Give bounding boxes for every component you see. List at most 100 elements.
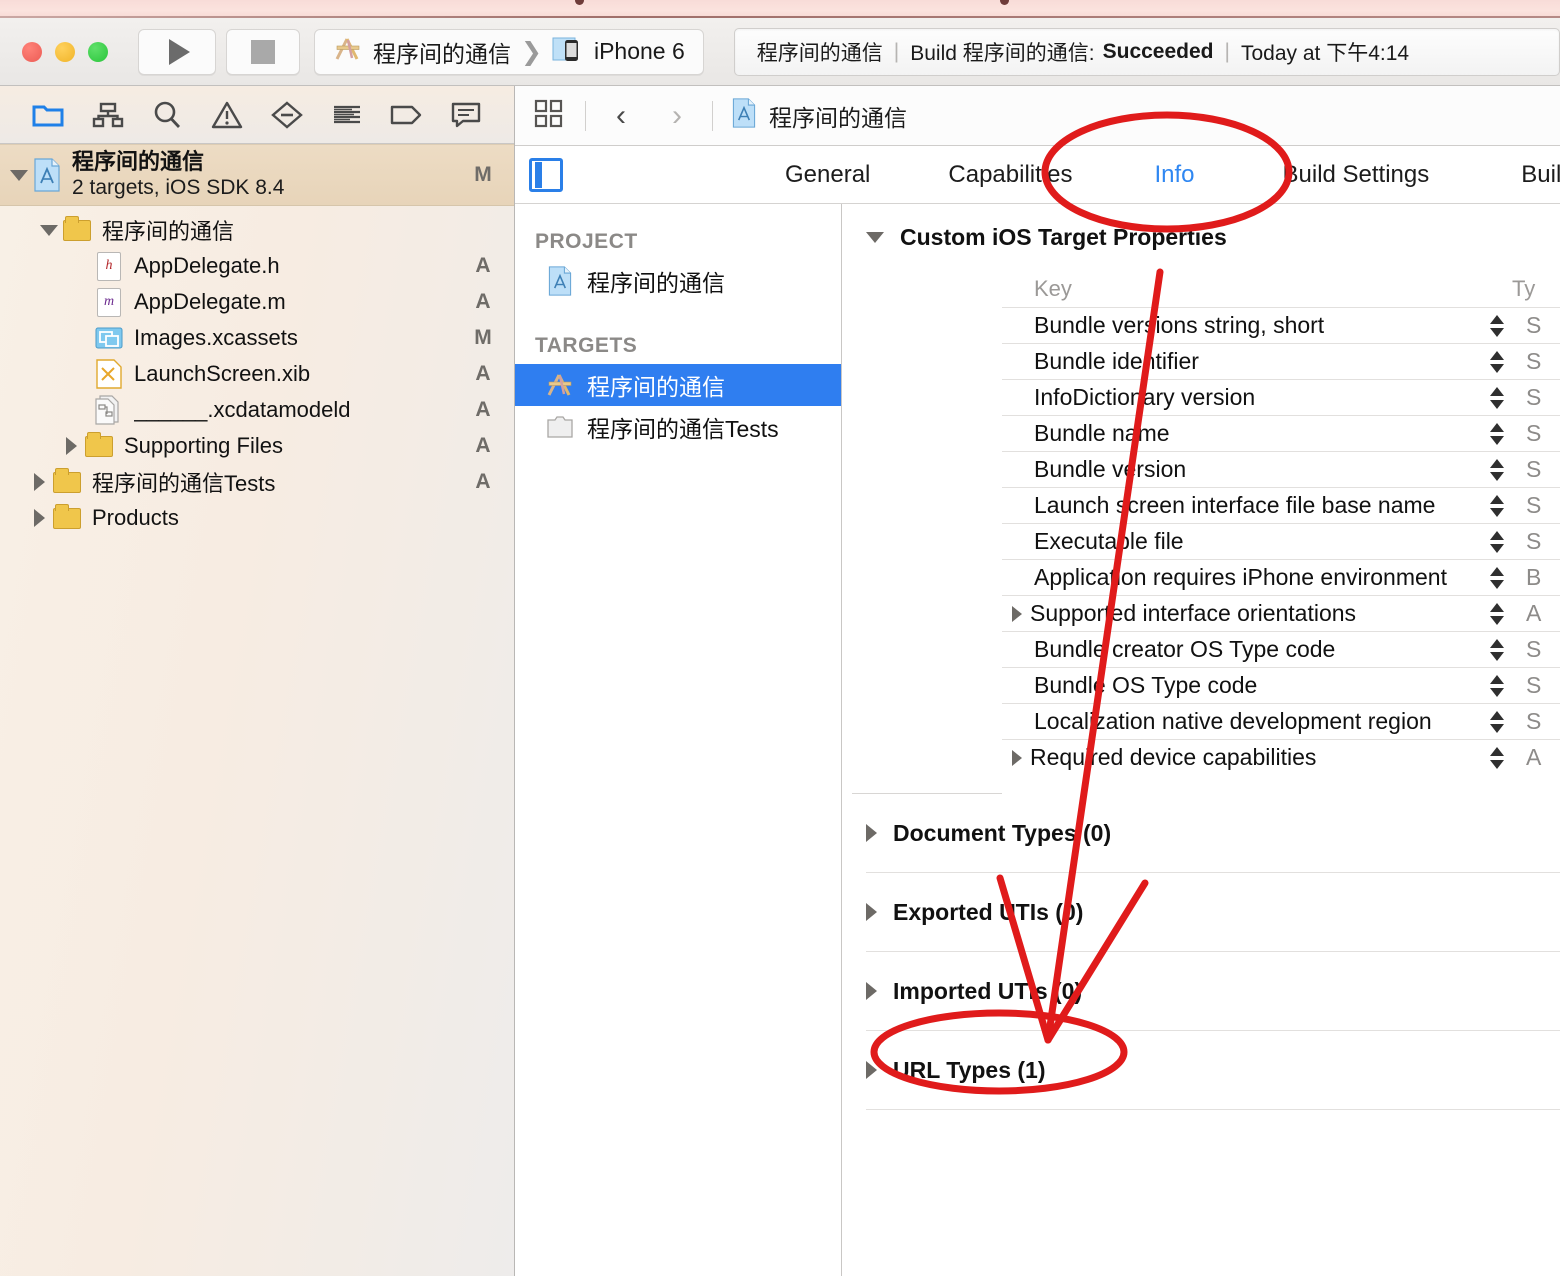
status-build-result: Succeeded xyxy=(1102,39,1214,63)
row-stepper[interactable] xyxy=(1482,314,1512,337)
navigator-project-label: 程序间的通信 2 targets, iOS SDK 8.4 xyxy=(72,149,470,201)
navigator-row-images-xcassets[interactable]: Images.xcassets M xyxy=(0,320,514,356)
folder-icon[interactable] xyxy=(31,98,65,132)
target-list-item-tests[interactable]: 程序间的通信Tests xyxy=(515,406,841,448)
disclosure-triangle-open[interactable] xyxy=(6,169,32,181)
close-button[interactable] xyxy=(22,41,42,62)
editor-panel-icon[interactable] xyxy=(529,157,563,192)
tab-build-phases[interactable]: Build P xyxy=(1521,161,1560,189)
navigator-row-appdelegate-h[interactable]: h AppDelegate.h A xyxy=(0,248,514,284)
stop-button[interactable] xyxy=(226,28,300,75)
table-row[interactable]: Bundle versions string, short S xyxy=(1002,307,1560,343)
debug-icon[interactable] xyxy=(330,98,364,132)
table-row[interactable]: Launch screen interface file base name S xyxy=(1002,487,1560,523)
row-key: Application requires iPhone environment xyxy=(1034,564,1447,590)
scheme-chevron-icon: ❯ xyxy=(521,37,542,66)
row-stepper[interactable] xyxy=(1482,710,1512,733)
report-icon[interactable] xyxy=(449,98,483,132)
tab-info[interactable]: Info xyxy=(1154,161,1194,189)
table-row[interactable]: Localization native development region S xyxy=(1002,703,1560,739)
navigator-row-label: Images.xcassets xyxy=(134,325,298,350)
run-button[interactable] xyxy=(138,28,216,75)
row-stepper[interactable] xyxy=(1482,746,1512,769)
table-row[interactable]: Executable file S xyxy=(1002,523,1560,559)
row-stepper[interactable] xyxy=(1482,566,1512,589)
table-row[interactable]: Bundle creator OS Type code S xyxy=(1002,631,1560,667)
disclosure-triangle-closed[interactable] xyxy=(26,509,52,527)
custom-ios-target-properties-header[interactable]: Custom iOS Target Properties xyxy=(842,204,1560,251)
table-row[interactable]: Bundle identifier S xyxy=(1002,343,1560,379)
row-stepper[interactable] xyxy=(1482,494,1512,517)
table-row[interactable]: Required device capabilities A xyxy=(1002,739,1560,775)
tab-capabilities[interactable]: Capabilities xyxy=(948,161,1072,189)
activity-status-bar[interactable]: 程序间的通信 | Build 程序间的通信: Succeeded | Today… xyxy=(733,27,1560,76)
exported-utis-section[interactable]: Exported UTIs (0) xyxy=(842,873,1560,951)
disclosure-triangle-closed[interactable] xyxy=(866,1061,877,1079)
project-icon xyxy=(731,97,757,134)
breadcrumb[interactable]: 程序间的通信 xyxy=(731,97,907,134)
table-row[interactable]: Bundle version S xyxy=(1002,451,1560,487)
disclosure-triangle-closed[interactable] xyxy=(26,473,52,491)
navigator-row-launchscreen-xib[interactable]: LaunchScreen.xib A xyxy=(0,356,514,392)
navigator-row-appdelegate-m[interactable]: m AppDelegate.m A xyxy=(0,284,514,320)
document-types-section[interactable]: Document Types (0) xyxy=(842,794,1560,872)
disclosure-triangle-closed[interactable] xyxy=(866,982,877,1000)
target-list-item-app[interactable]: 程序间的通信 xyxy=(515,364,841,406)
row-stepper[interactable] xyxy=(1482,458,1512,481)
project-editor-tabs: General Capabilities Info Build Settings… xyxy=(515,146,1560,204)
row-stepper[interactable] xyxy=(1482,602,1512,625)
navigator-row-products[interactable]: Products xyxy=(0,500,514,536)
row-key: Supported interface orientations xyxy=(1030,600,1357,626)
table-row[interactable]: Application requires iPhone environment … xyxy=(1002,559,1560,595)
warning-icon[interactable] xyxy=(210,98,244,132)
breakpoint-icon[interactable] xyxy=(389,98,423,132)
disclosure-triangle-closed[interactable] xyxy=(1012,749,1022,766)
tab-build-settings[interactable]: Build Settings xyxy=(1283,161,1430,189)
imported-utis-section[interactable]: Imported UTIs (0) xyxy=(842,952,1560,1030)
disclosure-triangle-closed[interactable] xyxy=(58,437,84,455)
scheme-selector[interactable]: 程序间的通信 ❯ iPhone 6 xyxy=(314,28,704,75)
navigator-row-supporting-files[interactable]: Supporting Files A xyxy=(0,428,514,464)
folder-icon xyxy=(52,467,82,493)
column-header-type: Ty xyxy=(1512,276,1536,301)
navigator-row-group-main[interactable]: 程序间的通信 xyxy=(0,212,514,248)
row-stepper[interactable] xyxy=(1482,386,1512,409)
navigator-row-xcdatamodeld[interactable]: ______.xcdatamodeld A xyxy=(0,392,514,428)
jumpbar-divider xyxy=(712,100,713,131)
row-stepper[interactable] xyxy=(1482,638,1512,661)
row-stepper[interactable] xyxy=(1482,530,1512,553)
disclosure-triangle-open[interactable] xyxy=(36,224,62,236)
app-target-icon xyxy=(545,371,575,399)
tab-general[interactable]: General xyxy=(785,161,870,189)
status-build-prefix: Build 程序间的通信: xyxy=(910,41,1095,65)
info-plist-table: Key Ty Bundle versions string, short S B… xyxy=(1002,271,1560,775)
navigator-selector-bar xyxy=(0,86,514,144)
disclosure-triangle-open[interactable] xyxy=(866,232,884,243)
navigator-project-row[interactable]: 程序间的通信 2 targets, iOS SDK 8.4 M xyxy=(0,144,514,206)
row-stepper[interactable] xyxy=(1482,350,1512,373)
table-row[interactable]: InfoDictionary version S xyxy=(1002,379,1560,415)
row-stepper[interactable] xyxy=(1482,422,1512,445)
search-icon[interactable] xyxy=(150,98,184,132)
minimize-button[interactable] xyxy=(55,41,75,62)
disclosure-triangle-closed[interactable] xyxy=(866,903,877,921)
url-types-section[interactable]: URL Types (1) xyxy=(842,1031,1560,1109)
table-row[interactable]: Supported interface orientations A xyxy=(1002,595,1560,631)
table-row[interactable]: Bundle name S xyxy=(1002,415,1560,451)
test-icon[interactable] xyxy=(270,98,304,132)
project-icon xyxy=(32,158,62,192)
table-row[interactable]: Bundle OS Type code S xyxy=(1002,667,1560,703)
zoom-button[interactable] xyxy=(88,41,108,62)
breadcrumb-label: 程序间的通信 xyxy=(769,104,907,131)
disclosure-triangle-closed[interactable] xyxy=(1012,605,1022,622)
disclosure-triangle-closed[interactable] xyxy=(866,824,877,842)
project-list-item[interactable]: 程序间的通信 xyxy=(515,260,841,302)
row-key: InfoDictionary version xyxy=(1034,384,1256,410)
row-stepper[interactable] xyxy=(1482,674,1512,697)
forward-button[interactable]: › xyxy=(660,99,694,133)
navigator-row-tests-group[interactable]: 程序间的通信Tests A xyxy=(0,464,514,500)
related-items-icon[interactable] xyxy=(533,97,567,134)
status-separator-2: | xyxy=(1224,39,1230,63)
hierarchy-icon[interactable] xyxy=(91,98,125,132)
back-button[interactable]: ‹ xyxy=(604,99,638,133)
